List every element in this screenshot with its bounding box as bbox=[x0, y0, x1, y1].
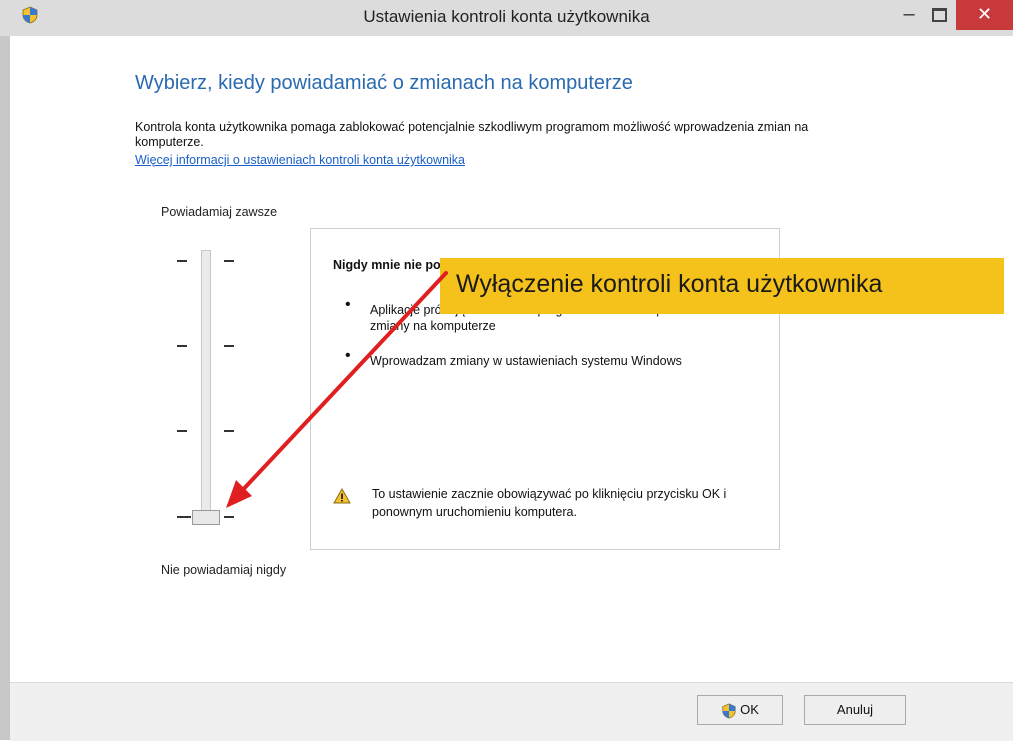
slider-tick bbox=[177, 260, 187, 262]
slider-tick bbox=[177, 516, 191, 518]
ok-label: OK bbox=[740, 702, 759, 717]
bullet-text: Wprowadzam zmiany w ustawieniach systemu… bbox=[370, 354, 682, 368]
minimize-button[interactable]: – bbox=[892, 2, 926, 28]
cancel-button[interactable]: Anuluj bbox=[804, 695, 906, 725]
slider-tick bbox=[224, 430, 234, 432]
admin-shield-icon bbox=[722, 703, 736, 719]
bullet-icon: • bbox=[345, 296, 351, 313]
slider-tick bbox=[224, 260, 234, 262]
warning-icon bbox=[333, 488, 351, 504]
title-bar: Ustawienia kontroli konta użytkownika – … bbox=[0, 0, 1013, 36]
slider-tick bbox=[224, 345, 234, 347]
slider-top-label: Powiadamiaj zawsze bbox=[161, 205, 278, 219]
slider-thumb[interactable] bbox=[192, 510, 220, 525]
ok-button[interactable]: OK bbox=[697, 695, 783, 725]
more-info-link[interactable]: Więcej informacji o ustawieniach kontrol… bbox=[135, 153, 465, 167]
uac-settings-window: Ustawienia kontroli konta użytkownika – … bbox=[0, 0, 1013, 741]
annotation-text: Wyłączenie kontroli konta użytkownika bbox=[456, 270, 883, 298]
bullet-icon: • bbox=[345, 347, 351, 364]
slider-tick bbox=[177, 345, 187, 347]
window-border bbox=[0, 36, 10, 740]
close-button[interactable]: ✕ bbox=[956, 0, 1013, 30]
maximize-icon bbox=[931, 8, 947, 22]
slider-tick bbox=[177, 430, 187, 432]
description-text: Kontrola konta użytkownika pomaga zablok… bbox=[135, 120, 809, 149]
window-title: Ustawienia kontroli konta użytkownika bbox=[363, 7, 650, 26]
slider-tick bbox=[224, 516, 234, 518]
notification-slider-track[interactable] bbox=[201, 250, 211, 524]
page-title: Wybierz, kiedy powiadamiać o zmianach na… bbox=[135, 72, 633, 94]
maximize-button[interactable] bbox=[928, 4, 950, 26]
slider-bottom-label: Nie powiadamiaj nigdy bbox=[161, 563, 287, 577]
annotation-callout: Wyłączenie kontroli konta użytkownika bbox=[440, 258, 1004, 314]
restart-warning-text: To ustawienie zacznie obowiązywać po kli… bbox=[372, 487, 727, 519]
